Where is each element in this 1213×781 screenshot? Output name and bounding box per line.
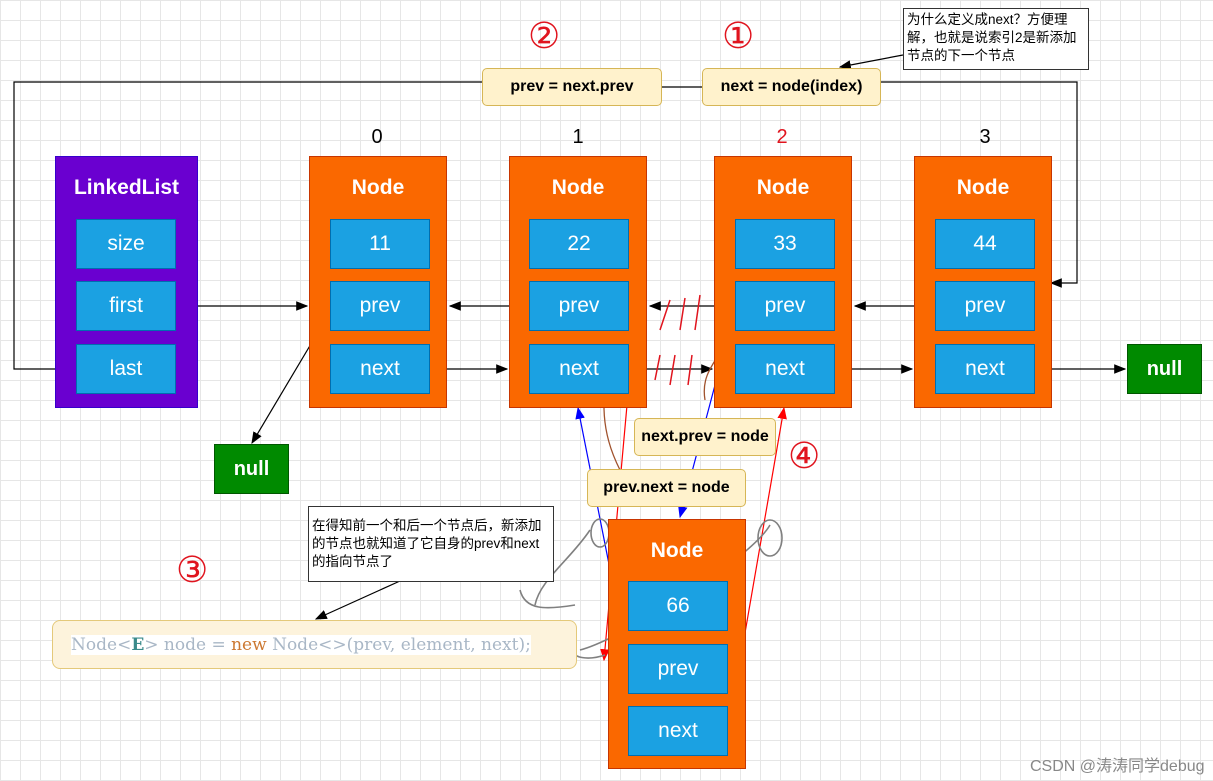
node-next: next bbox=[330, 344, 430, 394]
label-next-prev: next.prev = node bbox=[634, 418, 776, 456]
label-next-assign: next = node(index) bbox=[702, 68, 881, 106]
code-type: E bbox=[131, 634, 145, 655]
watermark: CSDN @涛涛同学debug bbox=[1030, 758, 1205, 775]
code-text: > node = bbox=[144, 634, 232, 655]
linkedlist-box: LinkedList size first last bbox=[55, 156, 198, 408]
index-label: 3 bbox=[979, 126, 991, 148]
code-text: < bbox=[117, 634, 132, 655]
node-value: 66 bbox=[628, 581, 728, 631]
note-left: 在得知前一个和后一个节点后，新添加的节点也就知道了它自身的prev和next的指… bbox=[308, 506, 554, 582]
node-next: next bbox=[628, 706, 728, 756]
index-label: 0 bbox=[371, 126, 383, 148]
node-prev: prev bbox=[935, 281, 1035, 331]
node-title: Node bbox=[650, 539, 704, 562]
node-2: Node 33 prev next bbox=[714, 156, 852, 408]
node-0: Node 11 prev next bbox=[309, 156, 447, 408]
node-title: Node bbox=[756, 176, 810, 199]
index-label: 1 bbox=[572, 126, 584, 148]
step-3: ③ bbox=[176, 550, 209, 591]
note-top: 为什么定义成next？方便理解，也就是说索引2是新添加节点的下一个节点 bbox=[903, 8, 1089, 70]
node-next: next bbox=[529, 344, 629, 394]
null-box: null bbox=[214, 444, 289, 494]
diagram-canvas: LinkedList size first last 0 1 2 3 Node … bbox=[0, 0, 1213, 781]
linkedlist-title: LinkedList bbox=[73, 176, 179, 199]
node-title: Node bbox=[956, 176, 1010, 199]
code-line: Node<E> node = new Node<>(prev, element,… bbox=[52, 620, 577, 669]
new-node: Node 66 prev next bbox=[608, 519, 746, 769]
field-last: last bbox=[76, 344, 176, 394]
step-1: ① bbox=[722, 16, 755, 57]
index-label: 2 bbox=[776, 126, 788, 148]
null-box: null bbox=[1127, 344, 1202, 394]
node-title: Node bbox=[551, 176, 605, 199]
code-text: Node bbox=[71, 634, 118, 655]
node-value: 11 bbox=[330, 219, 430, 269]
node-prev: prev bbox=[735, 281, 835, 331]
code-text: Node<>(prev, element, next); bbox=[266, 634, 531, 655]
step-4: ④ bbox=[788, 436, 821, 477]
node-next: next bbox=[935, 344, 1035, 394]
step-2: ② bbox=[528, 16, 561, 57]
node-1: Node 22 prev next bbox=[509, 156, 647, 408]
code-keyword: new bbox=[231, 634, 267, 655]
field-size: size bbox=[76, 219, 176, 269]
node-3: Node 44 prev next bbox=[914, 156, 1052, 408]
node-value: 44 bbox=[935, 219, 1035, 269]
node-title: Node bbox=[351, 176, 405, 199]
label-prev-next: prev.next = node bbox=[587, 469, 746, 507]
node-prev: prev bbox=[330, 281, 430, 331]
node-value: 33 bbox=[735, 219, 835, 269]
node-next: next bbox=[735, 344, 835, 394]
field-first: first bbox=[76, 281, 176, 331]
node-prev: prev bbox=[529, 281, 629, 331]
node-prev: prev bbox=[628, 644, 728, 694]
label-prev-assign: prev = next.prev bbox=[482, 68, 662, 106]
node-value: 22 bbox=[529, 219, 629, 269]
